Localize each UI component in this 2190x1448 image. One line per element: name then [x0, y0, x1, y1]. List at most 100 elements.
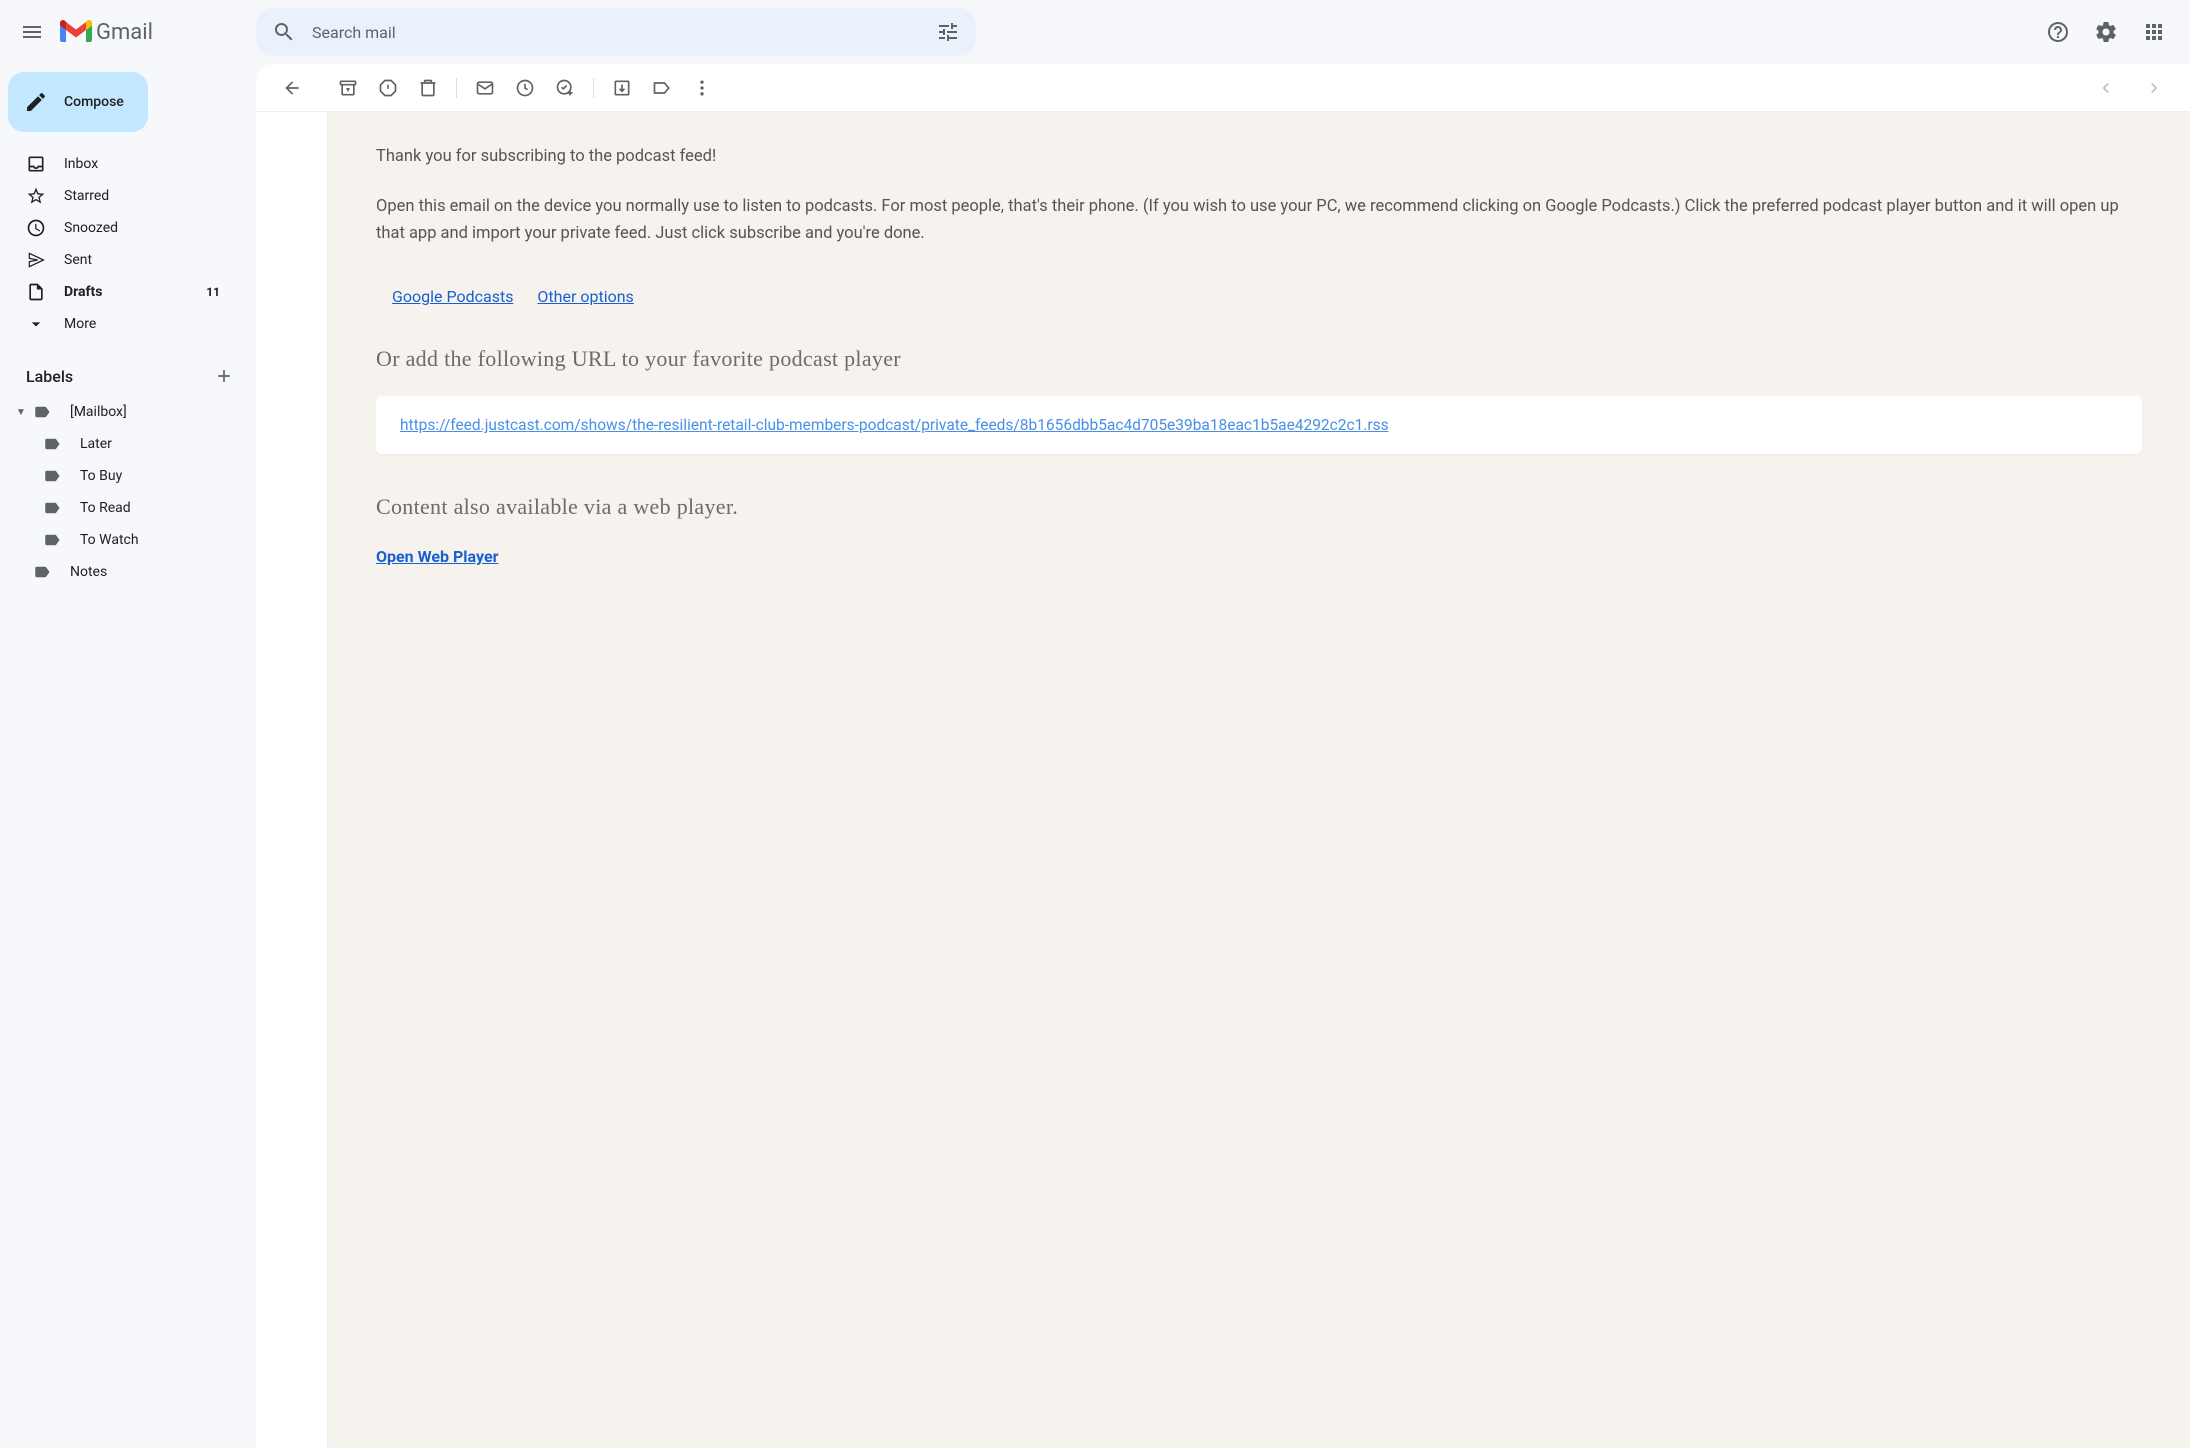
more-button[interactable] — [682, 68, 722, 108]
label-item[interactable]: To Buy — [0, 460, 240, 492]
arrow-back-icon — [282, 78, 302, 98]
email-toolbar — [256, 64, 2190, 112]
gmail-logo-icon — [60, 20, 92, 44]
email-paragraph: Open this email on the device you normal… — [376, 194, 2142, 247]
apps-button[interactable] — [2134, 12, 2174, 52]
help-icon — [2046, 20, 2070, 44]
feed-url-link[interactable]: https://feed.justcast.com/shows/the-resi… — [400, 416, 1389, 434]
inbox-icon — [26, 154, 46, 174]
search-bar[interactable] — [256, 8, 976, 56]
nav-count: 11 — [206, 285, 220, 299]
label-item[interactable]: ▼ [Mailbox] — [0, 396, 240, 428]
header: Gmail — [0, 0, 2190, 64]
label-text: To Read — [80, 500, 131, 516]
archive-icon — [338, 78, 358, 98]
nav-label: Sent — [64, 252, 220, 268]
star-icon — [26, 186, 46, 206]
main-content: Thank you for subscribing to the podcast… — [256, 64, 2190, 1448]
labels-heading: Labels — [26, 367, 73, 386]
mark-unread-button[interactable] — [465, 68, 505, 108]
nav-drafts[interactable]: Drafts 11 — [0, 276, 240, 308]
spam-icon — [378, 78, 398, 98]
open-web-player-link[interactable]: Open Web Player — [376, 547, 498, 566]
clock-icon — [515, 78, 535, 98]
label-tag-icon — [42, 466, 62, 486]
settings-button[interactable] — [2086, 12, 2126, 52]
search-input[interactable] — [304, 23, 928, 42]
label-item[interactable]: To Watch — [0, 524, 240, 556]
tune-icon — [936, 20, 960, 44]
archive-button[interactable] — [328, 68, 368, 108]
chevron-right-icon — [2144, 78, 2164, 98]
add-label-button[interactable] — [208, 360, 240, 392]
task-add-icon — [555, 78, 575, 98]
nav-snoozed[interactable]: Snoozed — [0, 212, 240, 244]
pencil-icon — [24, 90, 48, 114]
label-tag-icon — [32, 402, 52, 422]
label-text: To Watch — [80, 532, 139, 548]
gear-icon — [2094, 20, 2118, 44]
gmail-logo[interactable]: Gmail — [60, 20, 153, 45]
delete-button[interactable] — [408, 68, 448, 108]
chevron-left-icon — [2096, 78, 2116, 98]
nav-label: Drafts — [64, 284, 206, 300]
chevron-down-icon — [26, 314, 46, 334]
label-tag-icon — [42, 530, 62, 550]
send-icon — [26, 250, 46, 270]
snooze-button[interactable] — [505, 68, 545, 108]
more-vert-icon — [692, 78, 712, 98]
back-button[interactable] — [272, 68, 312, 108]
label-item[interactable]: Later — [0, 428, 240, 460]
sidebar: Compose Inbox Starred Snoozed Sent Draft… — [0, 64, 256, 1448]
label-text: Later — [80, 436, 112, 452]
move-icon — [612, 78, 632, 98]
older-button[interactable] — [2134, 68, 2174, 108]
label-text: Notes — [70, 564, 107, 580]
add-to-tasks-button[interactable] — [545, 68, 585, 108]
nav-label: Inbox — [64, 156, 220, 172]
nav-starred[interactable]: Starred — [0, 180, 240, 212]
main-menu-button[interactable] — [8, 8, 56, 56]
other-options-link[interactable]: Other options — [537, 287, 633, 306]
mail-icon — [475, 78, 495, 98]
apps-grid-icon — [2142, 20, 2166, 44]
label-item[interactable]: To Read — [0, 492, 240, 524]
email-body: Thank you for subscribing to the podcast… — [328, 112, 2190, 1448]
support-button[interactable] — [2038, 12, 2078, 52]
nav-label: Starred — [64, 188, 220, 204]
caret-down-icon: ▼ — [16, 407, 28, 418]
email-heading: Content also available via a web player. — [376, 494, 2142, 520]
search-options-button[interactable] — [928, 12, 968, 52]
file-icon — [26, 282, 46, 302]
nav-label: More — [64, 316, 220, 332]
thread-margin — [256, 112, 328, 1448]
gmail-logo-text: Gmail — [96, 20, 153, 45]
nav-sent[interactable]: Sent — [0, 244, 240, 276]
label-tag-icon — [42, 498, 62, 518]
label-icon — [652, 78, 672, 98]
search-button[interactable] — [264, 12, 304, 52]
email-paragraph: Thank you for subscribing to the podcast… — [376, 144, 2142, 170]
compose-button[interactable]: Compose — [8, 72, 148, 132]
feed-url-box: https://feed.justcast.com/shows/the-resi… — [376, 396, 2142, 454]
nav-label: Snoozed — [64, 220, 220, 236]
email-heading: Or add the following URL to your favorit… — [376, 346, 2142, 372]
compose-label: Compose — [64, 94, 124, 110]
nav-inbox[interactable]: Inbox — [0, 148, 240, 180]
report-spam-button[interactable] — [368, 68, 408, 108]
google-podcasts-link[interactable]: Google Podcasts — [392, 287, 513, 306]
newer-button[interactable] — [2086, 68, 2126, 108]
label-text: [Mailbox] — [70, 404, 127, 420]
labels-button[interactable] — [642, 68, 682, 108]
trash-icon — [418, 78, 438, 98]
label-tag-icon — [42, 434, 62, 454]
label-item[interactable]: Notes — [0, 556, 240, 588]
search-icon — [272, 20, 296, 44]
move-to-button[interactable] — [602, 68, 642, 108]
label-tag-icon — [32, 562, 52, 582]
plus-icon — [214, 366, 234, 386]
hamburger-icon — [20, 20, 44, 44]
label-text: To Buy — [80, 468, 122, 484]
nav-more[interactable]: More — [0, 308, 240, 340]
clock-icon — [26, 218, 46, 238]
